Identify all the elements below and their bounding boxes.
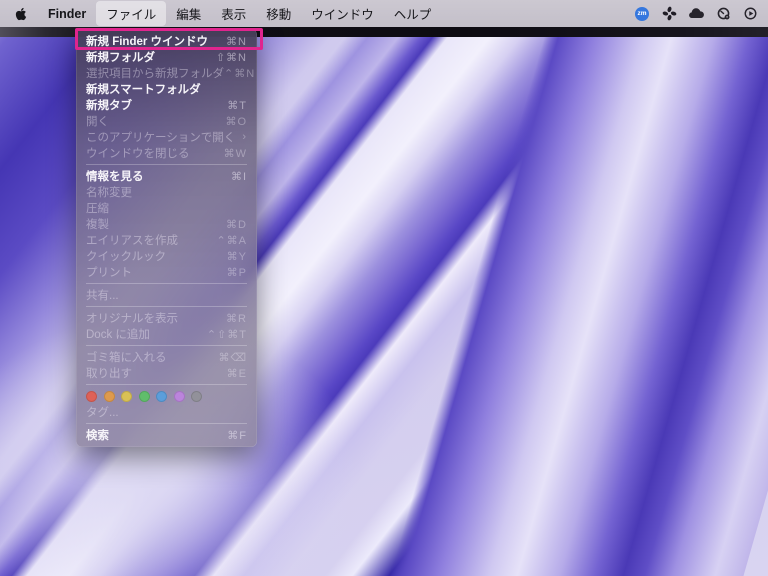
file-menu-dropdown: 新規 Finder ウインドウ⌘N新規フォルダ⇧⌘N選択項目から新規フォルダ⌃⌘… <box>76 29 257 447</box>
menu-item-label: 取り出す <box>86 365 132 381</box>
menu-item-shortcut: › <box>242 131 247 143</box>
menu-item-new-folder[interactable]: 新規フォルダ ⇧⌘N <box>76 49 257 65</box>
apple-menu[interactable] <box>6 7 36 21</box>
menu-separator <box>86 423 247 424</box>
menu-item-open-with: このアプリケーションで開く › <box>76 129 257 145</box>
tag-blue[interactable] <box>156 391 167 402</box>
menu-item-eject: 取り出す ⌘E <box>76 365 257 381</box>
menu-bar: Finder ファイル編集表示移動ウインドウヘルプ zm <box>0 0 768 27</box>
pinwheel-icon[interactable] <box>661 6 677 22</box>
menu-item-quick-look: クイックルック ⌘Y <box>76 248 257 264</box>
menu-item-label: 新規タブ <box>86 97 132 113</box>
menu-item-shortcut: ⌘O <box>225 115 247 128</box>
menu-item-label: タグ... <box>86 404 119 420</box>
menu-bar-item[interactable]: ウインドウ <box>301 1 384 26</box>
menu-item-close-window: ウインドウを閉じる ⌘W <box>76 145 257 161</box>
menu-item-shortcut: ⌃⌘N <box>224 67 255 80</box>
menu-bar-item[interactable]: 表示 <box>211 1 256 26</box>
menu-bar-menus: ファイル編集表示移動ウインドウヘルプ <box>96 1 441 26</box>
menu-item-shortcut: ⌃⇧⌘T <box>207 328 247 341</box>
menu-item-shortcut: ⌃⌘A <box>216 234 247 247</box>
tag-yellow[interactable] <box>121 391 132 402</box>
menu-item-shortcut: ⌘I <box>231 170 247 183</box>
zoom-app-icon[interactable]: zm <box>634 6 650 22</box>
cloud-icon[interactable] <box>688 6 704 22</box>
menu-item-shortcut: ⌘P <box>227 266 247 279</box>
menu-separator <box>86 283 247 284</box>
menu-item-new-smart-folder[interactable]: 新規スマートフォルダ <box>76 81 257 97</box>
menu-item-label: このアプリケーションで開く <box>86 129 235 145</box>
menu-item-label: 新規 Finder ウインドウ <box>86 33 208 49</box>
menu-separator <box>86 164 247 165</box>
menu-item-label: 開く <box>86 113 109 129</box>
menu-item-label: 共有... <box>86 287 119 303</box>
menu-item-new-folder-from-selection: 選択項目から新規フォルダ⌃⌘N <box>76 65 257 81</box>
menu-item-rename: 名称変更 <box>76 184 257 200</box>
menu-item-make-alias: エイリアスを作成 ⌃⌘A <box>76 232 257 248</box>
menu-separator <box>86 384 247 385</box>
menu-item-shortcut: ⌘W <box>224 147 247 160</box>
apple-icon <box>15 7 27 21</box>
menu-separator <box>86 306 247 307</box>
menu-item-label: Dock に追加 <box>86 326 150 342</box>
play-circle-icon[interactable] <box>742 6 758 22</box>
menu-item-shortcut: ⌘⌫ <box>218 351 247 364</box>
menu-item-share: 共有... <box>76 287 257 303</box>
menu-item-label: 名称変更 <box>86 184 132 200</box>
menu-item-shortcut: ⌘R <box>226 312 247 325</box>
menu-bar-item[interactable]: 編集 <box>166 1 211 26</box>
menu-item-label: 圧縮 <box>86 200 109 216</box>
menu-item-shortcut: ⌘F <box>227 429 247 442</box>
menu-item-label: 新規フォルダ <box>86 49 155 65</box>
status-tray: zm <box>634 6 768 22</box>
menu-item-move-to-trash: ゴミ箱に入れる ⌘⌫ <box>76 349 257 365</box>
menu-item-label: ウインドウを閉じる <box>86 145 190 161</box>
menu-item-duplicate: 複製 ⌘D <box>76 216 257 232</box>
menu-item-label: 複製 <box>86 216 109 232</box>
menu-item-open: 開く ⌘O <box>76 113 257 129</box>
menu-item-shortcut: ⇧⌘N <box>216 51 247 64</box>
menu-item-add-to-dock: Dock に追加 ⌃⇧⌘T <box>76 326 257 342</box>
menu-item-print: プリント ⌘P <box>76 264 257 280</box>
menu-item-new-tab[interactable]: 新規タブ ⌘T <box>76 97 257 113</box>
desktop: Finder ファイル編集表示移動ウインドウヘルプ zm <box>0 0 768 576</box>
tag-green[interactable] <box>139 391 150 402</box>
menu-item-label: 情報を見る <box>86 168 144 184</box>
menu-item-shortcut: ⌘E <box>227 367 247 380</box>
menu-item-shortcut: ⌘D <box>226 218 247 231</box>
menu-item-label: 新規スマートフォルダ <box>86 81 201 97</box>
menu-item-show-original: オリジナルを表示 ⌘R <box>76 310 257 326</box>
menu-item-shortcut: ⌘T <box>227 99 247 112</box>
tag-red[interactable] <box>86 391 97 402</box>
tag-color-row <box>76 388 257 404</box>
tag-gray[interactable] <box>191 391 202 402</box>
menu-item-label: ゴミ箱に入れる <box>86 349 167 365</box>
menu-bar-item[interactable]: ファイル <box>96 1 166 26</box>
menu-item-label: エイリアスを作成 <box>86 232 178 248</box>
menu-item-shortcut: ⌘N <box>226 35 247 48</box>
menu-item-label: プリント <box>86 264 132 280</box>
menu-item-label: 選択項目から新規フォルダ <box>86 65 224 81</box>
menu-item-label: 検索 <box>86 427 109 443</box>
tag-purple[interactable] <box>174 391 185 402</box>
menu-item-compress: 圧縮 <box>76 200 257 216</box>
menu-bar-item[interactable]: 移動 <box>256 1 301 26</box>
menu-item-new-finder-window[interactable]: 新規 Finder ウインドウ ⌘N <box>76 33 257 49</box>
menu-bar-item[interactable]: ヘルプ <box>384 1 442 26</box>
tag-orange[interactable] <box>104 391 115 402</box>
menu-item-label: クイックルック <box>86 248 166 264</box>
active-app-name[interactable]: Finder <box>38 7 96 21</box>
menu-separator <box>86 345 247 346</box>
menu-item-find[interactable]: 検索 ⌘F <box>76 427 257 443</box>
menu-item-tags: タグ... <box>76 404 257 420</box>
menu-item-shortcut: ⌘Y <box>227 250 247 263</box>
menu-item-get-info[interactable]: 情報を見る ⌘I <box>76 168 257 184</box>
menu-item-label: オリジナルを表示 <box>86 310 178 326</box>
gauge-icon[interactable] <box>715 6 731 22</box>
